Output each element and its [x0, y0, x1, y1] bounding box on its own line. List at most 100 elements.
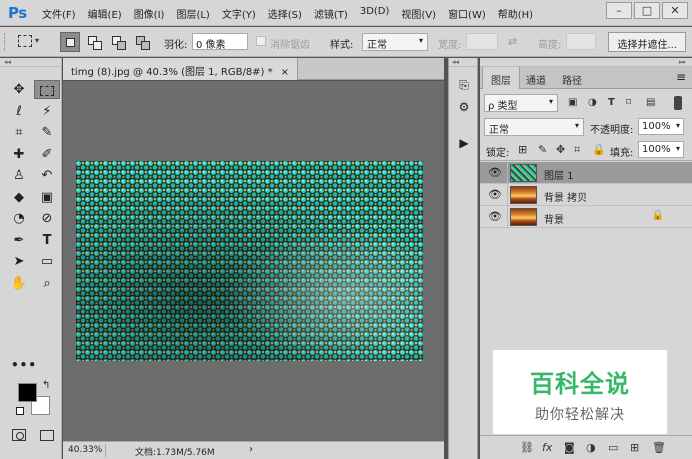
default-colors-icon[interactable]: [16, 407, 24, 415]
new-layer-icon[interactable]: ⊞: [630, 441, 639, 454]
fx-icon[interactable]: fx: [542, 441, 552, 454]
add-mask-icon[interactable]: ◙: [564, 441, 575, 454]
history-brush-tool-icon[interactable]: ↶: [34, 166, 60, 185]
menu-file[interactable]: 文件(F): [42, 6, 76, 21]
new-group-icon[interactable]: ▭: [608, 441, 618, 454]
adjustment-layer-icon[interactable]: ◑: [586, 441, 596, 454]
layer-row-background-copy[interactable]: 👁 背景 拷贝: [480, 184, 692, 206]
gradient-tool-icon[interactable]: ▣: [34, 188, 60, 207]
visibility-cell[interactable]: 👁: [480, 206, 508, 228]
blend-mode-select[interactable]: 正常 ▾: [484, 118, 584, 136]
filter-type-icon[interactable]: T: [608, 97, 615, 108]
menu-image[interactable]: 图像(I): [134, 6, 165, 21]
lock-all-icon[interactable]: 🔒: [592, 143, 606, 156]
filter-smart-object-icon[interactable]: ▤: [646, 97, 655, 108]
eye-icon[interactable]: 👁: [488, 189, 502, 200]
lock-artboard-icon[interactable]: ⌗: [574, 143, 580, 157]
tools-collapse-icon[interactable]: ◂◂: [0, 58, 61, 67]
layer-name[interactable]: 背景 拷贝: [544, 189, 587, 204]
minimize-button[interactable]: –: [606, 2, 632, 19]
select-and-mask-button[interactable]: 选择并遮住...: [608, 32, 686, 52]
swap-dimensions-icon[interactable]: ⇄: [508, 35, 517, 48]
menu-filter[interactable]: 滤镜(T): [314, 6, 348, 21]
new-selection-button[interactable]: [60, 32, 80, 52]
opacity-input[interactable]: 100% ▾: [638, 118, 684, 135]
dock-expand-icon[interactable]: ◂◂: [449, 58, 477, 67]
menu-3d[interactable]: 3D(D): [360, 6, 390, 21]
menu-view[interactable]: 视图(V): [401, 6, 436, 21]
history-panel-icon[interactable]: ⎘: [454, 76, 474, 94]
document-tab[interactable]: timg (8).jpg @ 40.3% (图层 1, RGB/8#) * ×: [63, 58, 299, 80]
panel-collapse-icon[interactable]: ▸▸: [480, 58, 692, 67]
magic-wand-tool-icon[interactable]: ⚡: [34, 102, 60, 121]
lasso-tool-icon[interactable]: ℓ: [6, 102, 32, 121]
edit-toolbar-icon[interactable]: •••: [11, 358, 37, 372]
tab-channels[interactable]: 通道: [518, 67, 554, 89]
panel-menu-icon[interactable]: ≡: [676, 70, 686, 84]
preset-caret-icon[interactable]: ▾: [35, 36, 39, 45]
filter-shape-icon[interactable]: ⌑: [626, 97, 631, 108]
eye-icon[interactable]: 👁: [488, 211, 502, 222]
maximize-button[interactable]: □: [634, 2, 660, 19]
screen-mode-icon[interactable]: [40, 430, 54, 441]
width-input[interactable]: [466, 33, 498, 50]
rect-marquee-tool-icon[interactable]: [34, 80, 60, 99]
layer-row-background[interactable]: 👁 背景 🔒: [480, 206, 692, 228]
eye-icon[interactable]: 👁: [488, 167, 502, 178]
antialias-checkbox[interactable]: [256, 36, 266, 46]
path-selection-tool-icon[interactable]: ➤: [6, 252, 32, 271]
style-select[interactable]: 正常 ▾: [362, 33, 428, 51]
layer-name[interactable]: 背景: [544, 211, 564, 226]
zoom-tool-icon[interactable]: ⌕: [34, 274, 60, 293]
menu-type[interactable]: 文字(Y): [222, 6, 256, 21]
eraser-tool-icon[interactable]: ◆: [6, 188, 32, 207]
visibility-cell[interactable]: 👁: [480, 162, 508, 184]
subtract-selection-button[interactable]: [108, 32, 128, 52]
tab-paths[interactable]: 路径: [554, 67, 590, 89]
layer-row-layer1[interactable]: 👁 图层 1: [480, 162, 692, 184]
lock-position-icon[interactable]: ✥: [556, 143, 565, 156]
actions-play-icon[interactable]: ▶: [454, 134, 474, 152]
zoom-level-field[interactable]: 40.33%: [66, 444, 106, 457]
properties-panel-icon[interactable]: ⚙: [454, 98, 474, 116]
link-layers-icon[interactable]: ⛓: [520, 441, 534, 454]
canvas-area[interactable]: [63, 81, 444, 441]
lock-icon[interactable]: 🔒: [652, 210, 664, 221]
type-tool-icon[interactable]: T: [34, 231, 60, 250]
lock-transparent-icon[interactable]: ⊞: [518, 143, 527, 156]
menu-window[interactable]: 窗口(W): [448, 6, 486, 21]
visibility-cell[interactable]: 👁: [480, 184, 508, 206]
layer-name[interactable]: 图层 1: [544, 167, 574, 182]
swap-colors-icon[interactable]: ↰: [42, 380, 50, 391]
menu-help[interactable]: 帮助(H): [498, 6, 533, 21]
close-button[interactable]: ✕: [662, 2, 688, 19]
options-grip[interactable]: [4, 33, 7, 51]
brush-tool-icon[interactable]: ✐: [34, 145, 60, 164]
crop-tool-icon[interactable]: ⌗: [6, 123, 32, 142]
menu-edit[interactable]: 编辑(E): [88, 6, 122, 21]
close-tab-icon[interactable]: ×: [281, 67, 289, 78]
clone-stamp-tool-icon[interactable]: ♙: [6, 166, 32, 185]
tab-layers[interactable]: 图层: [482, 67, 520, 89]
lock-image-icon[interactable]: ✎: [538, 143, 547, 156]
status-menu-arrow-icon[interactable]: ›: [249, 444, 253, 455]
hand-tool-icon[interactable]: ✋: [6, 274, 32, 293]
feather-input[interactable]: 0 像素: [192, 33, 248, 51]
rect-marquee-preset-icon[interactable]: [18, 35, 32, 47]
height-input[interactable]: [566, 33, 596, 50]
quick-mask-icon[interactable]: [12, 429, 26, 441]
filter-adjustment-icon[interactable]: ◑: [588, 97, 597, 108]
intersect-selection-button[interactable]: [132, 32, 152, 52]
filter-toggle-switch[interactable]: [674, 96, 682, 110]
add-selection-button[interactable]: [84, 32, 104, 52]
menu-select[interactable]: 选择(S): [268, 6, 302, 21]
layer-filter-select[interactable]: ρ 类型 ▾: [484, 94, 558, 112]
dodge-tool-icon[interactable]: ⊘: [34, 209, 60, 228]
filter-pixel-icon[interactable]: ▣: [568, 97, 577, 108]
foreground-color-swatch[interactable]: [18, 383, 37, 402]
menu-layer[interactable]: 图层(L): [176, 6, 209, 21]
pen-tool-icon[interactable]: ✒: [6, 231, 32, 250]
delete-layer-icon[interactable]: 🗑: [652, 441, 666, 454]
blur-tool-icon[interactable]: ◔: [6, 209, 32, 228]
rectangle-tool-icon[interactable]: ▭: [34, 252, 60, 271]
